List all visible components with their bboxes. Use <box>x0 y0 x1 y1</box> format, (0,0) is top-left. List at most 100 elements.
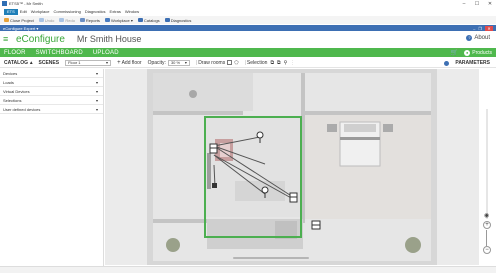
sidebar-item-user-defined-devices[interactable]: User defined devices ▾ <box>0 105 103 114</box>
copy-icon[interactable]: ⧉ <box>270 60 274 66</box>
sidebar-item-label: User defined devices <box>3 106 41 112</box>
app-window: ETS5™ - Mr Smith – ☐ ✕ ETS Edit Workplac… <box>0 0 496 273</box>
workplace-icon <box>104 18 110 22</box>
floor-plan-canvas[interactable] <box>105 69 479 265</box>
close-project-label: Close Project <box>10 17 34 23</box>
undo-button[interactable]: Undo <box>38 17 55 23</box>
menu-edit[interactable]: Edit <box>18 9 29 14</box>
reports-button[interactable]: Reports <box>79 17 100 23</box>
horizontal-scrollbar <box>233 257 309 259</box>
divider: | <box>244 59 246 66</box>
menu-bar: ETS Edit Workplace Commissioning Diagnos… <box>0 8 496 15</box>
close-project-button[interactable]: Close Project <box>4 18 34 23</box>
diagnostics-button[interactable]: Diagnostics <box>164 17 192 23</box>
catalog-label: CATALOG <box>4 59 28 66</box>
redo-icon <box>59 18 65 22</box>
scenes-tab[interactable]: SCENES <box>39 60 60 66</box>
catalogs-button[interactable]: Catalogs <box>137 17 160 23</box>
reports-label: Reports <box>85 17 100 23</box>
chevron-down-icon: ▾ <box>95 97 98 103</box>
catalogs-label: Catalogs <box>143 17 160 23</box>
menu-commissioning[interactable]: Commissioning <box>52 9 83 14</box>
workplace-label: Workplace ▾ <box>110 17 133 23</box>
about-button[interactable]: ? About <box>466 35 490 41</box>
help-icon: ? <box>466 35 473 41</box>
sidebar-item-label: Devices <box>3 70 18 76</box>
status-bar <box>0 266 496 273</box>
plus-icon: + <box>117 59 121 66</box>
sidebar-item-label: Selections <box>3 97 22 103</box>
add-floor-button[interactable]: + Add floor <box>117 60 142 66</box>
draw-rooms-tool[interactable]: Draw rooms ⬠ <box>198 60 238 66</box>
hamburger-menu-icon[interactable]: ≡ <box>3 34 13 44</box>
zoom-out-button[interactable]: − <box>483 246 491 254</box>
opacity-value: 30 % <box>170 60 181 65</box>
selection-tools: Selection ⧉ ⧉ ⚲ ⋮ <box>247 60 295 66</box>
panel-restore-button[interactable]: ❐ <box>478 26 482 31</box>
diagnostics-icon <box>164 18 170 22</box>
menu-diagnostics[interactable]: Diagnostics <box>83 9 108 14</box>
opacity-label: Opacity: <box>147 59 166 66</box>
chevron-down-icon: ▾ <box>95 79 98 85</box>
products-icon: ● <box>464 49 471 56</box>
plant <box>166 238 180 252</box>
menu-window[interactable]: Window <box>123 9 141 14</box>
vertical-scrollbar[interactable] <box>486 109 488 219</box>
redo-button[interactable]: Redo <box>59 18 75 23</box>
rectangle-icon[interactable] <box>227 60 233 65</box>
parameters-label: PARAMETERS <box>455 60 490 66</box>
close-button[interactable]: ✕ <box>484 0 496 7</box>
menu-ets[interactable]: ETS <box>4 8 18 15</box>
cart-icon[interactable]: 🛒 <box>451 49 458 56</box>
sidebar-item-virtual-devices[interactable]: Virtual Devices ▾ <box>0 87 103 96</box>
workplace-button[interactable]: Workplace ▾ <box>104 17 133 23</box>
divider: | <box>195 59 198 66</box>
panel-minimize-button[interactable]: – <box>473 26 475 31</box>
more-icon[interactable]: ⋮ <box>290 60 295 66</box>
catalog-arrow-icon: ▴ <box>29 59 33 66</box>
eye-icon[interactable]: ◉ <box>484 212 489 219</box>
floor-select[interactable]: Floor 1 ▾ <box>65 59 112 66</box>
about-label: About <box>474 35 490 41</box>
parameters-button[interactable]: PARAMETERS <box>444 60 490 66</box>
products-link[interactable]: Products <box>472 50 492 56</box>
tab-floor[interactable]: FLOOR <box>4 50 26 56</box>
maximize-button[interactable]: ☐ <box>471 0 483 7</box>
chevron-down-icon: ▾ <box>95 106 98 112</box>
undo-label: Undo <box>44 17 55 23</box>
zoom-in-button[interactable]: + <box>483 221 491 229</box>
opacity-select[interactable]: 30 % ▾ <box>167 59 190 66</box>
floor-plan <box>105 69 479 265</box>
catalog-toggle[interactable]: CATALOG ▴ <box>4 60 33 66</box>
sidebar-item-label: Virtual Devices <box>3 88 30 94</box>
tab-upload[interactable]: UPLOAD <box>93 50 119 56</box>
draw-rooms-label: Draw rooms <box>198 59 226 66</box>
chevron-down-icon: ▾ <box>95 70 98 76</box>
menu-workplace[interactable]: Workplace <box>29 9 52 14</box>
panel-title[interactable]: eConfigure Expert ▾ <box>3 26 38 31</box>
tab-switchboard[interactable]: SWITCHBOARD <box>36 50 83 56</box>
minimize-button[interactable]: – <box>458 0 470 7</box>
menu-extras[interactable]: Extras <box>108 9 123 14</box>
filter-bar: CATALOG ▴ SCENES Floor 1 ▾ + Add floor O… <box>0 58 496 68</box>
paste-icon[interactable]: ⧉ <box>277 60 281 66</box>
sidebar-item-selections[interactable]: Selections ▾ <box>0 96 103 105</box>
toolbar: Close Project Undo Redo Reports Workplac… <box>0 16 496 24</box>
info-icon <box>444 60 450 66</box>
panel-close-button[interactable]: ✕ <box>485 25 493 31</box>
panel-controls: – ❐ ✕ <box>470 25 493 31</box>
folder-icon <box>4 18 9 22</box>
brand-title: eConfigure <box>16 33 65 45</box>
reports-icon <box>79 18 85 22</box>
sidebar-item-loads[interactable]: Loads ▾ <box>0 78 103 87</box>
zoom-slider[interactable] <box>486 230 487 246</box>
undo-icon <box>38 18 44 22</box>
nav-right: 🛒 ● Products <box>451 49 492 56</box>
filter-icon[interactable]: ⚲ <box>284 60 288 66</box>
sidebar-item-devices[interactable]: Devices ▾ <box>0 69 103 78</box>
plant <box>405 237 421 253</box>
floor-select-value: Floor 1 <box>68 60 81 65</box>
polygon-icon[interactable]: ⬠ <box>234 60 238 66</box>
selection-label: Selection <box>246 59 268 66</box>
diagnostics-label: Diagnostics <box>170 17 192 23</box>
